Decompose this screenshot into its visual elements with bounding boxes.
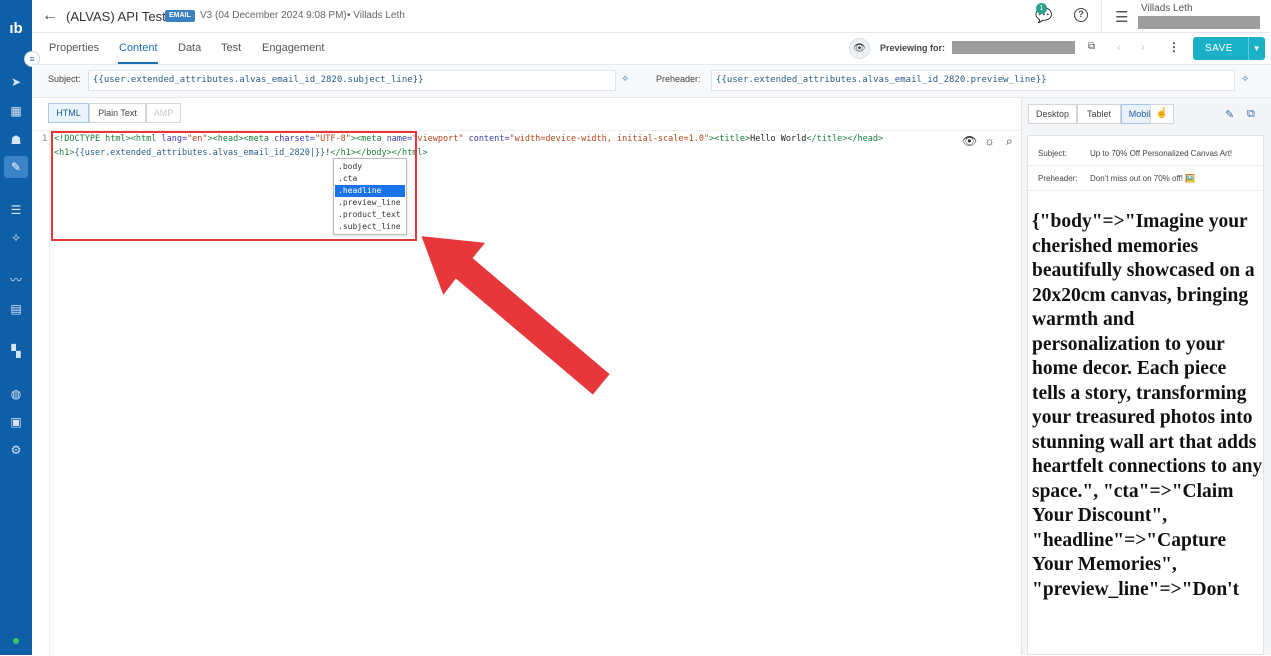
app-logo[interactable]: ıb (5, 20, 27, 40)
preview-user-select[interactable] (952, 41, 1075, 54)
tablet-device-button[interactable]: Tablet (1077, 104, 1121, 124)
tab-engagement[interactable]: Engagement (262, 42, 324, 54)
preview-preheader-row: Preheader: Don't miss out on 70% off! 🖼️ (1028, 164, 1263, 191)
hamburger-menu-icon[interactable]: ☰ (1115, 8, 1128, 26)
edit-preview-icon[interactable]: ✎ (1225, 108, 1234, 121)
annotation-arrow (418, 233, 613, 398)
code-token: ><title> (709, 134, 751, 144)
save-dropdown-icon[interactable]: ▼ (1248, 37, 1265, 60)
code-token: Hello World (750, 134, 807, 144)
tab-properties[interactable]: Properties (49, 42, 99, 54)
divider (1101, 0, 1102, 33)
code-token: "viewport" (412, 134, 469, 144)
edit-icon[interactable]: ✎ (4, 156, 28, 178)
tab-bar: Properties Content Data Test Engagement … (32, 33, 1271, 65)
desktop-device-button[interactable]: Desktop (1028, 104, 1077, 124)
subject-input[interactable]: {{user.extended_attributes.alvas_email_i… (88, 70, 616, 91)
annotation-highlight-box (51, 131, 417, 241)
subject-label: Subject: (48, 74, 81, 84)
tab-data[interactable]: Data (178, 42, 201, 54)
code-token: "width=device-width, initial-scale=1.0" (509, 134, 710, 144)
subject-preheader-row: Subject: {{user.extended_attributes.alva… (32, 65, 1271, 98)
magic-wand-icon[interactable]: ✧ (8, 231, 24, 245)
line-gutter: 1 (32, 131, 50, 656)
preview-subject-row: Subject: Up to 70% Off Personalized Canv… (1028, 139, 1263, 166)
top-bar: ← (ALVAS) API Test EMAIL V3 (04 December… (32, 0, 1271, 33)
more-options-icon[interactable]: ⋮ (1168, 40, 1180, 54)
version-info: V3 (04 December 2024 9:08 PM) (200, 10, 347, 21)
editor-tools: 👁 ☼ ⌕ (956, 131, 1023, 153)
status-online-dot (13, 638, 19, 644)
preview-email-body: {"body"=>"Imagine your cherished memorie… (1032, 211, 1263, 600)
author-info: • Villads Leth (347, 10, 405, 21)
external-link-icon[interactable]: ⧉ (1088, 41, 1095, 52)
campaign-title: (ALVAS) API Test (66, 9, 166, 24)
reports-icon[interactable]: ▤ (8, 302, 24, 316)
search-icon[interactable]: ⌕ (1006, 134, 1013, 149)
notification-count-badge: 1 (1036, 3, 1047, 14)
html-mode-button[interactable]: HTML (48, 103, 89, 123)
redacted-company-name (1138, 16, 1260, 29)
plain-text-mode-button[interactable]: Plain Text (89, 103, 146, 123)
amp-mode-button[interactable]: AMP (146, 103, 181, 123)
save-button[interactable]: SAVE ▼ (1193, 37, 1265, 60)
preheader-input[interactable]: {{user.extended_attributes.alvas_email_i… (711, 70, 1235, 91)
preview-preheader-label: Preheader: (1038, 174, 1078, 183)
inspect-icon[interactable]: ⧉ (1247, 108, 1255, 121)
code-token: </title></head> (806, 134, 884, 144)
users-icon[interactable]: ☗ (8, 133, 24, 147)
sliders-icon[interactable]: ☰ (8, 203, 24, 217)
help-icon[interactable]: ? (1074, 8, 1088, 22)
preview-eye-icon[interactable]: 👁 (962, 134, 977, 148)
mobile-preview-card: Subject: Up to 70% Off Personalized Canv… (1027, 135, 1264, 655)
apps-icon[interactable]: ▚ (8, 344, 24, 358)
tab-content[interactable]: Content (119, 42, 158, 54)
send-icon[interactable]: ➤ (8, 75, 24, 89)
editor-mode-toolbar: HTML Plain Text AMP (32, 98, 1021, 129)
save-label: SAVE (1205, 43, 1233, 54)
tab-test[interactable]: Test (221, 42, 241, 54)
preheader-magic-icon[interactable]: ✧ (1241, 74, 1249, 85)
pointer-hand-icon[interactable]: ☝ (1150, 104, 1174, 124)
preview-subject-label: Subject: (1038, 149, 1067, 158)
theme-sun-icon[interactable]: ☼ (984, 134, 995, 148)
active-tab-indicator (118, 62, 158, 64)
globe-icon[interactable]: ◍ (8, 387, 24, 401)
code-token: content= (468, 134, 510, 144)
subject-magic-icon[interactable]: ✧ (621, 74, 629, 85)
preview-preheader-value: Don't miss out on 70% off! 🖼️ (1090, 174, 1196, 183)
line-number: 1 (42, 134, 48, 144)
back-arrow-icon[interactable]: ← (42, 7, 58, 25)
user-name[interactable]: Villads Leth (1141, 3, 1193, 14)
left-nav-rail: ıb ➤ ▦ ☗ ✎ ☰ ✧ 〰 ▤ ▚ ◍ ▣ ⚙ (0, 0, 32, 655)
next-user-icon[interactable]: › (1141, 40, 1145, 54)
qr-code-icon[interactable]: ▣ (8, 415, 24, 429)
dashboard-icon[interactable]: ▦ (8, 104, 24, 118)
preheader-label: Preheader: (656, 74, 701, 84)
previous-user-icon[interactable]: ‹ (1117, 40, 1121, 54)
analytics-icon[interactable]: 〰 (8, 273, 24, 287)
channel-badge: EMAIL (165, 10, 195, 22)
previewing-for-label: Previewing for: (880, 43, 946, 53)
preview-subject-value: Up to 70% Off Personalized Canvas Art! (1090, 149, 1233, 158)
settings-gear-icon[interactable]: ⚙ (8, 443, 24, 457)
preview-eye-icon[interactable]: 👁 (849, 38, 870, 59)
